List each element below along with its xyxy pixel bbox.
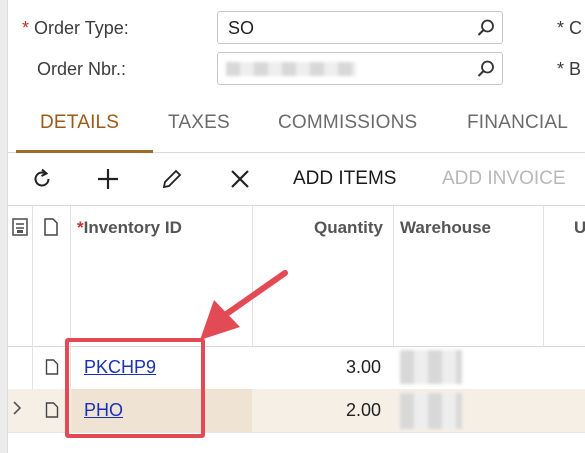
annotation-arrow: [200, 270, 288, 340]
